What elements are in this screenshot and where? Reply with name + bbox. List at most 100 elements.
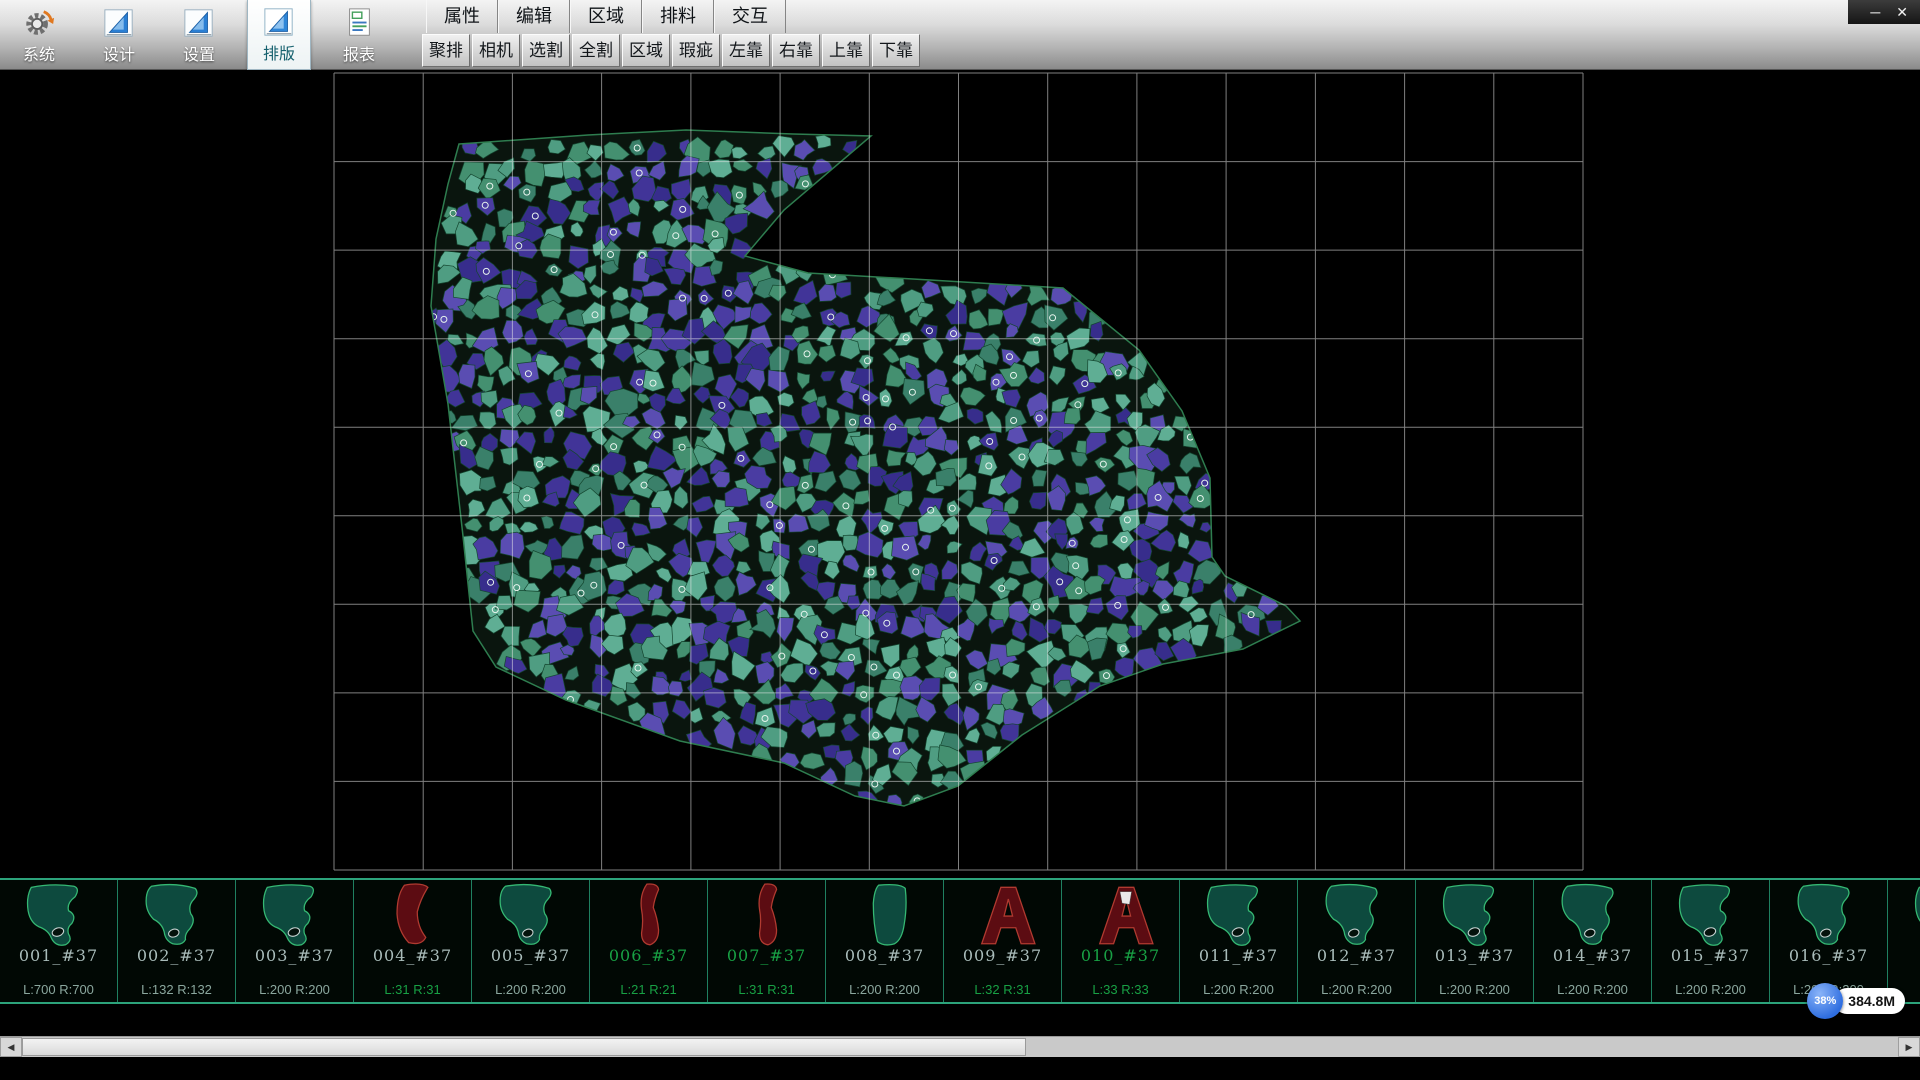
part-cell-001_#37[interactable]: 001_#37L:700 R:700 [0,880,118,1002]
part-shape-thumbnail [603,882,695,948]
part-id-label: 015_#37 [1671,948,1750,964]
nav-button-layout[interactable]: 排版 [247,0,311,70]
part-cell-004_#37[interactable]: 004_#37L:31 R:31 [354,880,472,1002]
part-shape-thumbnail [131,882,223,948]
part-shape-thumbnail [1075,882,1167,948]
close-button[interactable]: ✕ [1896,5,1908,19]
part-lr-label: L:31 R:31 [738,982,794,997]
tool-button-7[interactable]: 右靠 [772,34,820,67]
part-id-label: 009_#37 [963,948,1042,964]
part-cell-009_#37[interactable]: 009_#37L:32 R:31 [944,880,1062,1002]
part-lr-label: L:200 R:200 [495,982,566,997]
part-shape-thumbnail [1547,882,1639,948]
part-cell-002_#37[interactable]: 002_#37L:132 R:132 [118,880,236,1002]
part-cell-003_#37[interactable]: 003_#37 L:200 R:200 [236,880,354,1002]
nav-button-label: 报表 [343,41,375,65]
part-shape-thumbnail [13,882,105,948]
memory-badge: 38% 384.8M [1807,983,1905,1019]
scrollbar-thumb[interactable] [22,1038,1026,1056]
part-shape-thumbnail [721,882,813,948]
nav-button-label: 排版 [263,40,295,64]
part-shape-thumbnail [957,882,1049,948]
scroll-right-arrow-icon[interactable]: ▶ [1898,1037,1920,1057]
part-lr-label: L:31 R:31 [384,982,440,997]
menu-tab-3[interactable]: 排料 [642,0,714,33]
tool-button-2[interactable]: 选割 [522,34,570,67]
part-shape-thumbnail [1429,882,1521,948]
gear-icon [22,6,56,40]
part-shape-thumbnail [485,882,577,948]
part-lr-label: L:200 R:200 [1675,982,1746,997]
tool-button-9[interactable]: 下靠 [872,34,920,67]
part-shape-thumbnail [1783,882,1875,948]
part-lr-label: L:21 R:21 [620,982,676,997]
window-controls: ─ ✕ [1848,0,1920,24]
part-id-label: 010_#37 [1081,948,1160,964]
menu-tab-4[interactable]: 交互 [714,0,786,33]
nav-button-label: 设计 [103,41,135,65]
part-cell-015_#37[interactable]: 015_#37 L:200 R:200 [1652,880,1770,1002]
part-cell-005_#37[interactable]: 005_#37 L:200 R:200 [472,880,590,1002]
part-shape-thumbnail [1665,882,1757,948]
nav-button-report[interactable]: 报表 [327,0,391,70]
tool-button-row: 聚排相机选割全割区域瑕疵左靠右靠上靠下靠 [422,34,920,68]
nav-button-gear[interactable]: 系统 [7,0,71,70]
part-lr-label: L:200 R:200 [259,982,330,997]
menu-tab-2[interactable]: 区域 [570,0,642,33]
part-id-label: 001_#37 [19,948,98,964]
part-id-label: 011_#37 [1199,948,1278,964]
part-cell-012_#37[interactable]: 012_#37L:200 R:200 [1298,880,1416,1002]
menu-tab-0[interactable]: 属性 [426,0,498,33]
tool-button-0[interactable]: 聚排 [422,34,470,67]
nav-button-group: 系统 设计 设置 排版 报表 [7,0,391,70]
part-lr-label: L:200 R:200 [849,982,920,997]
part-lr-label: L:200 R:200 [1203,982,1274,997]
part-cell-010_#37[interactable]: 010_#37L:33 R:33 [1062,880,1180,1002]
nav-button-settings[interactable]: 设置 [167,0,231,70]
nav-button-label: 设置 [183,41,215,65]
part-shape-thumbnail [1311,882,1403,948]
part-cell-006_#37[interactable]: 006_#37 L:21 R:21 [590,880,708,1002]
report-icon [342,6,376,40]
part-cell-011_#37[interactable]: 011_#37 L:200 R:200 [1180,880,1298,1002]
tool-button-6[interactable]: 左靠 [722,34,770,67]
part-id-label: 006_#37 [609,948,688,964]
nav-button-design[interactable]: 设计 [87,0,151,70]
part-cell-014_#37[interactable]: 014_#37L:200 R:200 [1534,880,1652,1002]
part-shape-thumbnail [1901,882,1920,948]
menu-tab-row: 属性编辑区域排料交互 [426,0,786,33]
nav-button-label: 系统 [23,41,55,65]
menu-tab-1[interactable]: 编辑 [498,0,570,33]
part-id-label: 016_#37 [1789,948,1868,964]
tool-button-4[interactable]: 区域 [622,34,670,67]
part-cell-013_#37[interactable]: 013_#37 L:200 R:200 [1416,880,1534,1002]
part-id-label: 012_#37 [1317,948,1396,964]
part-lr-label: L:132 R:132 [141,982,212,997]
minimize-button[interactable]: ─ [1870,5,1880,19]
part-shape-thumbnail [249,882,341,948]
tool-button-3[interactable]: 全割 [572,34,620,67]
toolbar: 系统设计设置排版报表 属性编辑区域排料交互 聚排相机选割全割区域瑕疵左靠右靠上靠… [0,0,1920,70]
horizontal-scrollbar[interactable]: ◀ ▶ [0,1036,1920,1057]
part-id-label: 007_#37 [727,948,806,964]
part-shape-thumbnail [367,882,459,948]
part-id-label: 003_#37 [255,948,334,964]
tool-button-1[interactable]: 相机 [472,34,520,67]
parts-strip: 001_#37L:700 R:700002_#37L:132 R:132003_… [0,878,1920,1004]
scroll-left-arrow-icon[interactable]: ◀ [0,1037,22,1057]
part-id-label: 005_#37 [491,948,570,964]
settings-icon [182,6,216,40]
memory-usage-label: 384.8M [1834,988,1905,1014]
part-cell-007_#37[interactable]: 007_#37 L:31 R:31 [708,880,826,1002]
application-window: 系统设计设置排版报表 属性编辑区域排料交互 聚排相机选割全割区域瑕疵左靠右靠上靠… [0,0,1920,1080]
nesting-canvas[interactable] [0,70,1920,878]
part-id-label: 013_#37 [1435,948,1514,964]
part-id-label: 014_#37 [1553,948,1632,964]
part-id-label: 008_#37 [845,948,924,964]
tool-button-8[interactable]: 上靠 [822,34,870,67]
nesting-drawing [0,70,1920,878]
part-lr-label: L:200 R:200 [1439,982,1510,997]
part-shape-thumbnail [839,882,931,948]
part-cell-008_#37[interactable]: 008_#37 L:200 R:200 [826,880,944,1002]
tool-button-5[interactable]: 瑕疵 [672,34,720,67]
